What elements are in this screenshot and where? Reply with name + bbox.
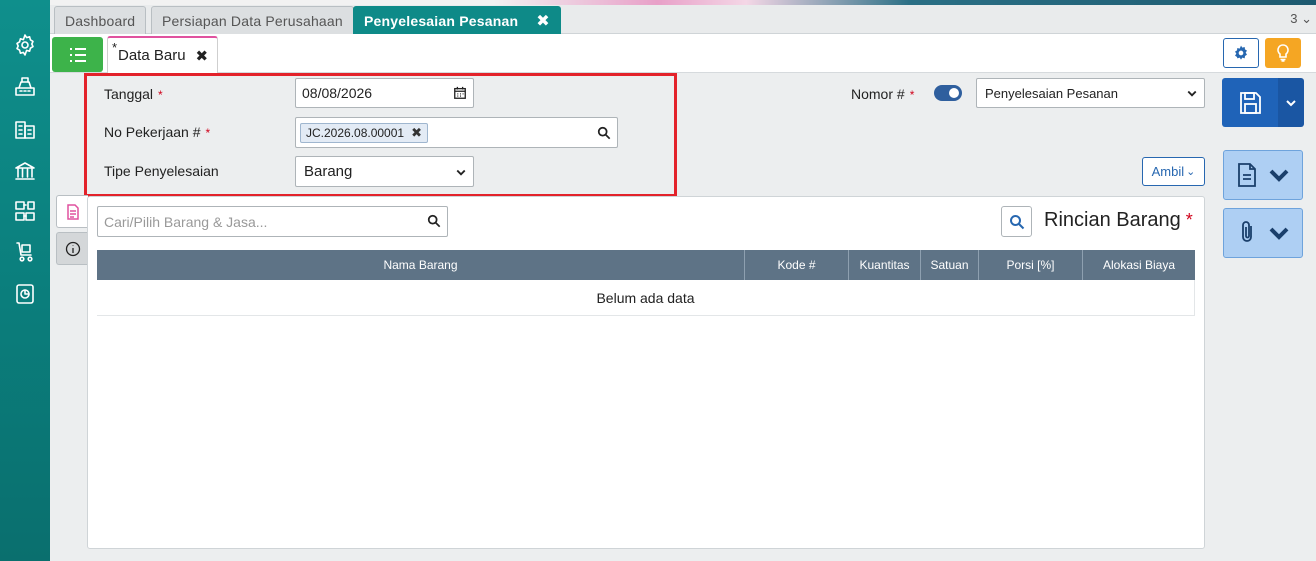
lightbulb-icon bbox=[1277, 44, 1289, 62]
search-icon[interactable] bbox=[597, 126, 611, 140]
section-title: Rincian Barang * bbox=[1044, 209, 1193, 231]
detail-search-button[interactable] bbox=[1001, 206, 1032, 237]
chevron-down-icon bbox=[1186, 87, 1198, 99]
tab-bar: Dashboard Persiapan Data Perusahaan Peny… bbox=[50, 5, 1316, 34]
col-kuantitas[interactable]: Kuantitas bbox=[849, 250, 921, 280]
manufacturing-icon[interactable] bbox=[11, 197, 39, 225]
gear-icon bbox=[1235, 45, 1247, 60]
info-icon bbox=[65, 241, 80, 256]
search-icon bbox=[1009, 214, 1024, 229]
save-dropdown-button[interactable] bbox=[1278, 78, 1304, 127]
save-button[interactable] bbox=[1222, 78, 1278, 127]
vtab-info[interactable] bbox=[56, 232, 88, 265]
nomor-value: Penyelesaian Pesanan bbox=[985, 85, 1118, 101]
settings-button[interactable] bbox=[1223, 38, 1259, 68]
item-search-input[interactable]: Cari/Pilih Barang & Jasa... bbox=[97, 206, 448, 237]
item-search-placeholder: Cari/Pilih Barang & Jasa... bbox=[104, 213, 268, 230]
document-pink-icon bbox=[66, 203, 79, 220]
col-kode[interactable]: Kode # bbox=[745, 250, 849, 280]
nomor-select[interactable]: Penyelesaian Pesanan bbox=[976, 78, 1205, 108]
list-icon bbox=[69, 47, 86, 62]
settings-gear-icon[interactable] bbox=[11, 31, 39, 59]
grid-header: Nama Barang Kode # Kuantitas Satuan Pors… bbox=[97, 250, 1195, 280]
col-satuan[interactable]: Satuan bbox=[921, 250, 979, 280]
list-view-button[interactable] bbox=[52, 37, 103, 72]
nomor-label: Nomor # * bbox=[851, 86, 915, 102]
tab-count-value: 3 bbox=[1290, 11, 1298, 26]
paperclip-icon bbox=[1242, 221, 1252, 242]
sidebar bbox=[0, 0, 50, 561]
no-pekerjaan-label: No Pekerjaan # * bbox=[104, 124, 211, 140]
close-icon[interactable]: ✖ bbox=[536, 11, 550, 31]
tanggal-date-input[interactable]: 08/08/2026 bbox=[295, 78, 474, 108]
ambil-button[interactable]: Ambil ⌄ bbox=[1142, 157, 1205, 186]
tab-dashboard[interactable]: Dashboard bbox=[54, 6, 147, 34]
ambil-label: Ambil bbox=[1151, 164, 1185, 179]
buildings-icon[interactable] bbox=[11, 115, 39, 143]
doc-tab-label: Data Baru bbox=[118, 47, 186, 64]
tab-label: Dashboard bbox=[65, 12, 136, 29]
attachment-button[interactable] bbox=[1223, 208, 1303, 258]
chevron-down-icon bbox=[455, 166, 467, 178]
tab-label: Persiapan Data Perusahaan bbox=[162, 12, 343, 29]
bank-icon[interactable] bbox=[11, 157, 39, 185]
document-icon bbox=[1238, 163, 1256, 187]
save-button-group bbox=[1222, 78, 1304, 127]
nomor-auto-toggle[interactable] bbox=[934, 85, 962, 101]
grid-empty-message: Belum ada data bbox=[97, 280, 1195, 316]
calendar-icon[interactable] bbox=[453, 86, 467, 100]
tanggal-label: Tanggal * bbox=[104, 86, 163, 102]
tipe-value: Barang bbox=[304, 163, 353, 180]
chevron-down-icon: ⌄ bbox=[1186, 166, 1196, 178]
inventory-cart-icon[interactable] bbox=[11, 238, 39, 266]
tipe-penyelesaian-select[interactable]: Barang bbox=[295, 156, 474, 187]
tab-persiapan-data-perusahaan[interactable]: Persiapan Data Perusahaan bbox=[151, 6, 354, 34]
job-chip: JC.2026.08.00001 ✖ bbox=[300, 122, 428, 143]
tab-count-dropdown[interactable]: 3 ⌄ bbox=[1290, 11, 1312, 27]
tanggal-value: 08/08/2026 bbox=[302, 85, 373, 101]
doc-tab-data-baru[interactable]: * Data Baru ✖ bbox=[107, 36, 218, 73]
chevron-down-icon bbox=[1286, 99, 1296, 106]
col-alokasi-biaya[interactable]: Alokasi Biaya bbox=[1083, 250, 1195, 280]
document-toolbar: * Data Baru ✖ bbox=[50, 34, 1316, 73]
remove-chip-icon[interactable]: ✖ bbox=[411, 125, 422, 141]
chevron-down-icon bbox=[1269, 169, 1289, 182]
col-porsi[interactable]: Porsi [%] bbox=[979, 250, 1083, 280]
col-nama-barang[interactable]: Nama Barang bbox=[97, 250, 745, 280]
report-chart-icon[interactable] bbox=[11, 280, 39, 308]
detail-panel: Cari/Pilih Barang & Jasa... Rincian Bara… bbox=[87, 196, 1205, 549]
document-actions-button[interactable] bbox=[1223, 150, 1303, 200]
chevron-down-icon bbox=[1269, 227, 1289, 240]
job-chip-label: JC.2026.08.00001 bbox=[306, 125, 405, 140]
cash-register-icon[interactable] bbox=[11, 73, 39, 101]
modified-marker: * bbox=[112, 40, 118, 55]
tab-penyelesaian-pesanan[interactable]: Penyelesaian Pesanan ✖ bbox=[353, 6, 561, 34]
tips-button[interactable] bbox=[1265, 38, 1301, 68]
floppy-disk-icon bbox=[1240, 91, 1261, 114]
vtab-detail-items[interactable] bbox=[56, 195, 88, 228]
no-pekerjaan-input[interactable]: JC.2026.08.00001 ✖ bbox=[295, 117, 618, 148]
tab-label: Penyelesaian Pesanan bbox=[364, 12, 519, 29]
close-icon[interactable]: ✖ bbox=[196, 47, 209, 65]
search-icon[interactable] bbox=[427, 214, 441, 231]
tipe-penyelesaian-label: Tipe Penyelesaian bbox=[104, 163, 219, 179]
